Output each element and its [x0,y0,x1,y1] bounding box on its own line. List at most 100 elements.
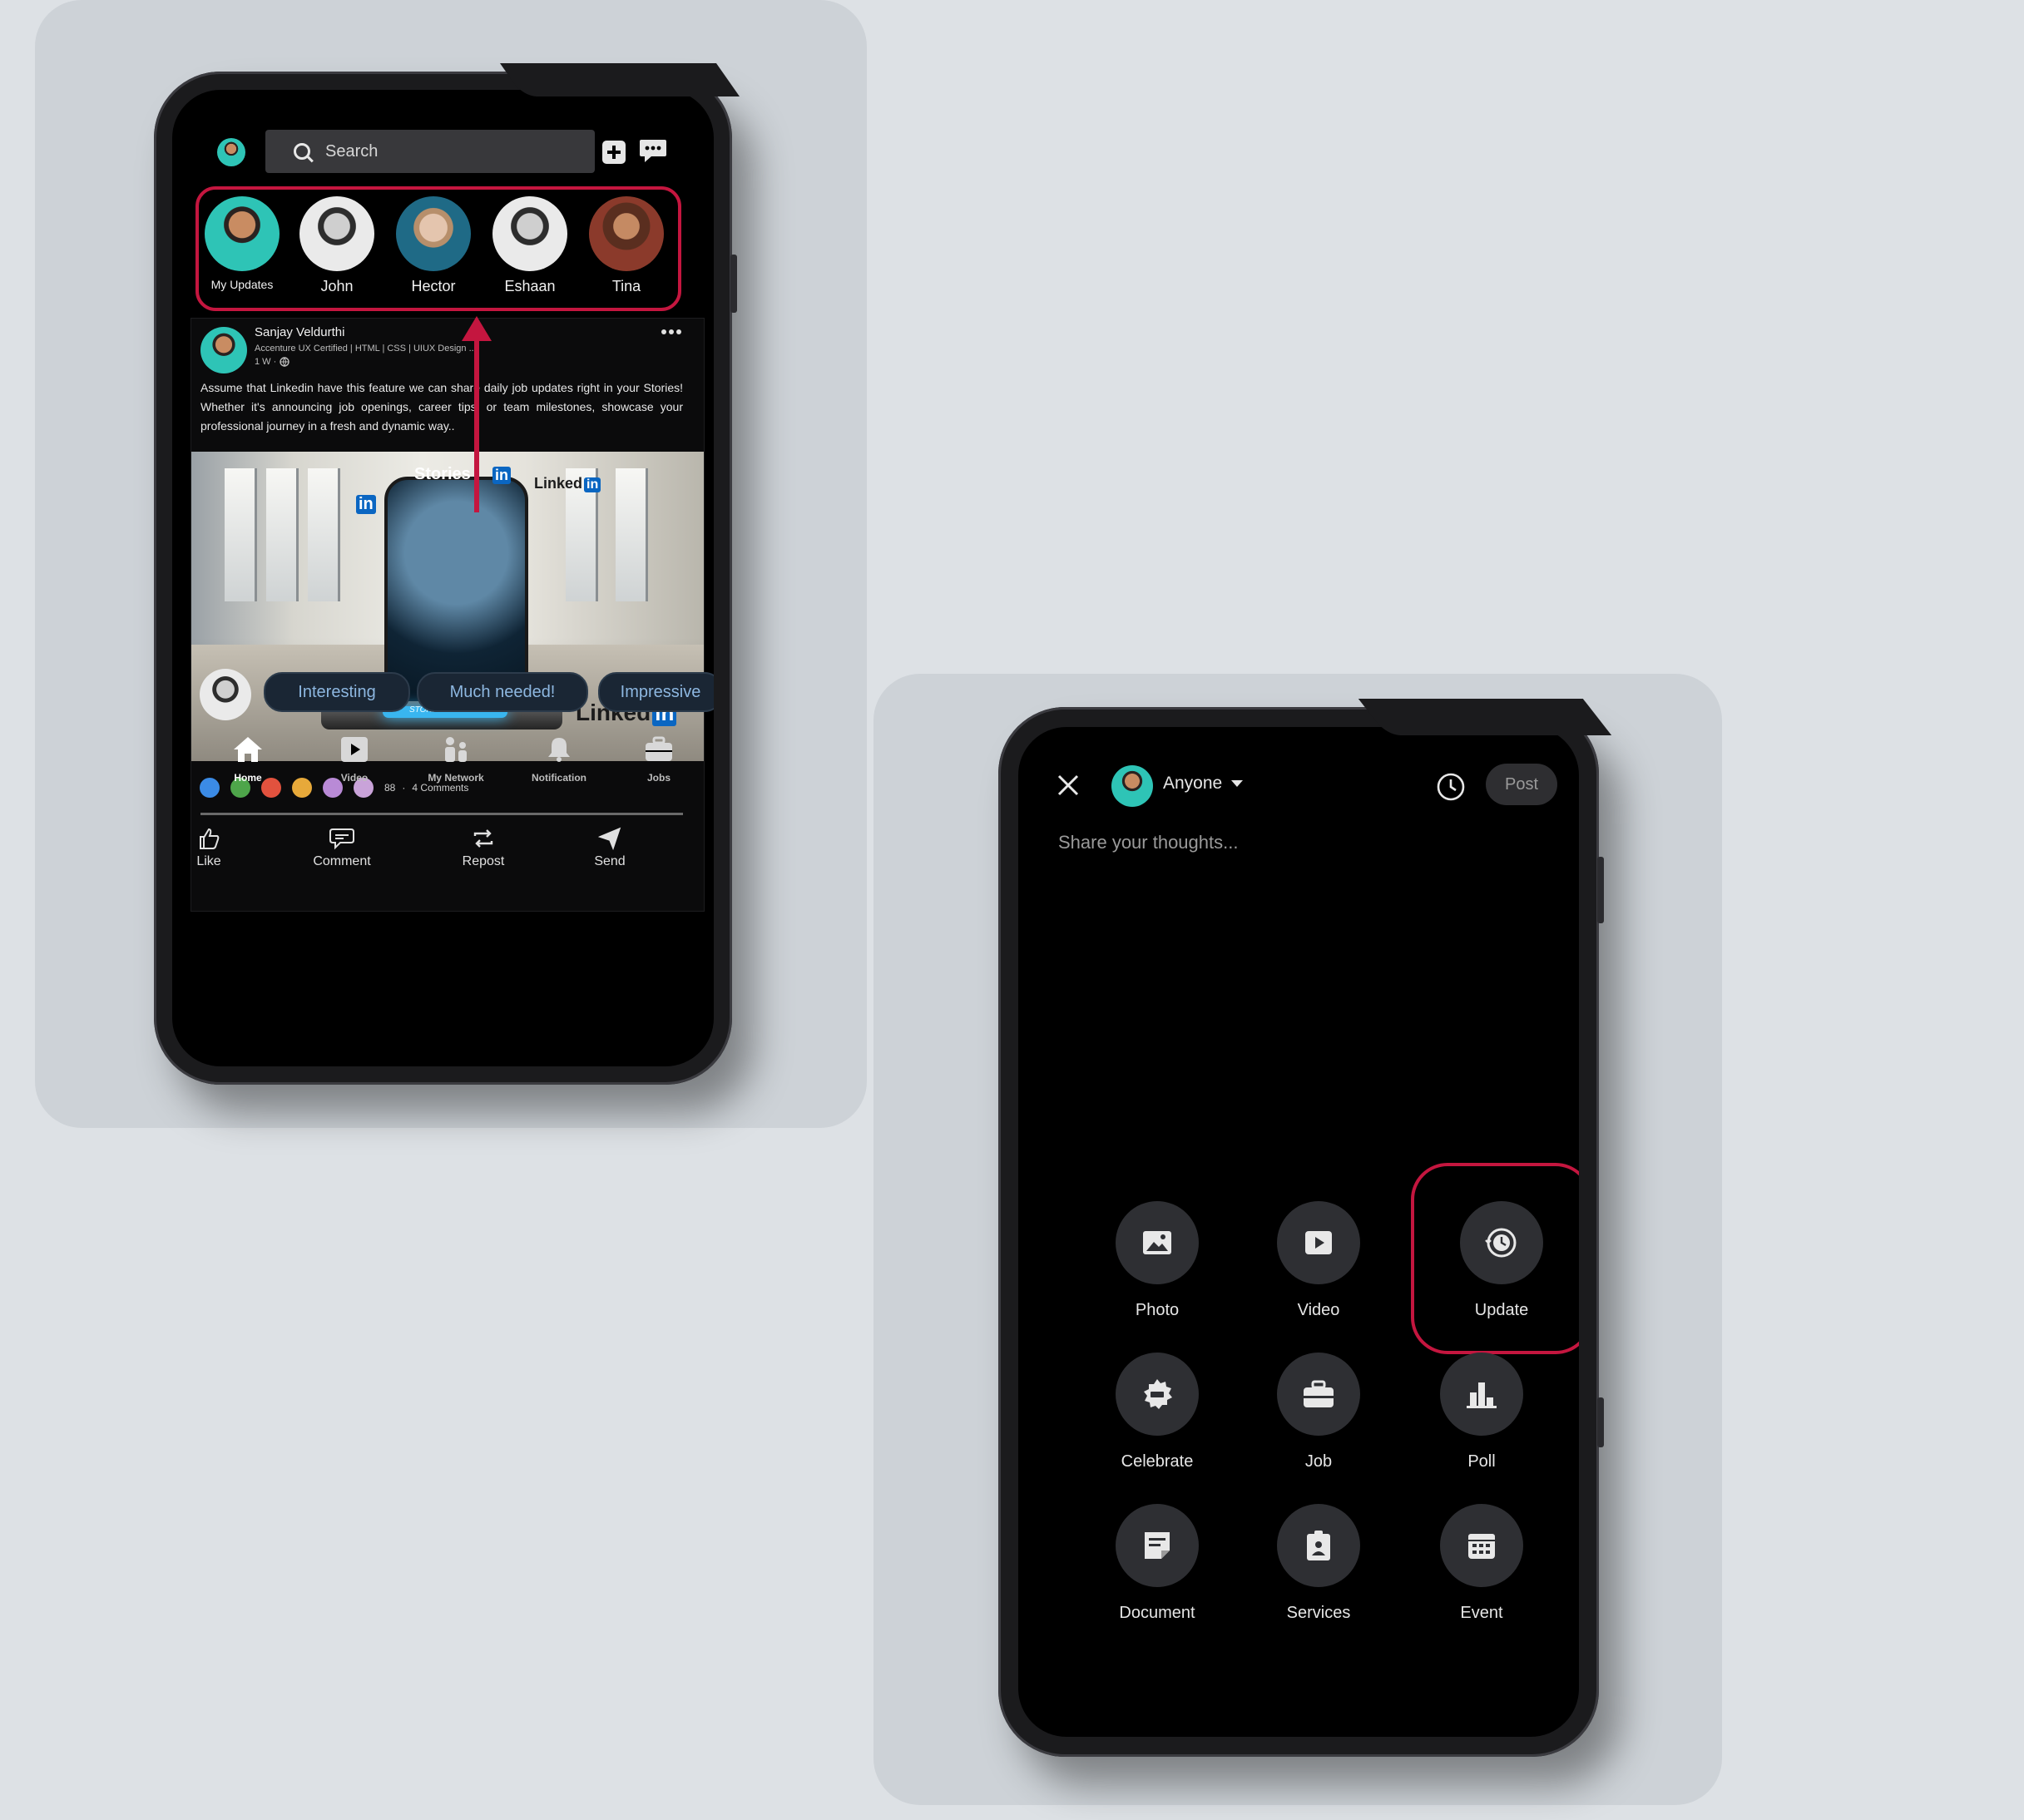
comments-count[interactable]: 4 Comments [412,782,468,794]
option-label: Photo [1135,1301,1180,1319]
close-icon[interactable] [1057,774,1080,797]
nav-label: Home [234,772,262,784]
story-avatar [589,196,664,271]
nav-label: My Network [428,772,484,784]
comment-icon [329,828,354,850]
more-options-icon[interactable] [661,329,682,335]
story-label: Eshaan [504,278,556,294]
photo-icon [1143,1231,1171,1254]
option-label: Event [1460,1604,1503,1622]
comment-label: Comment [313,854,371,868]
nav-my-network[interactable]: My Network [410,735,502,784]
update-clock-icon [1485,1228,1517,1258]
nav-jobs[interactable]: Jobs [613,735,705,784]
story-avatar [205,196,280,271]
poll-bar-chart-icon [1467,1382,1497,1408]
device-side-button [1597,857,1604,923]
office-window [308,468,340,601]
viewer-avatar [200,669,251,720]
schedule-clock-icon[interactable] [1436,772,1466,802]
story-hector[interactable]: Hector [385,196,482,295]
briefcase-icon [1304,1380,1334,1407]
messaging-icon[interactable] [638,136,668,165]
actions-divider [200,813,683,815]
send-icon [597,827,621,851]
post-body-text: Assume that Linkedin have this feature w… [200,381,683,433]
post-time: 1 W · [255,357,277,367]
network-icon [445,737,467,762]
image-linkedin-badge: in [492,467,511,484]
nav-home[interactable]: Home [202,735,294,784]
dot-separator: · [402,782,406,794]
feed-screen: Search My Updates John Hector Eshaan Tin… [172,90,714,1066]
like-label: Like [196,854,221,868]
send-label: Send [594,854,626,868]
nav-video[interactable]: Video [309,735,400,784]
tablet-composer: Anyone Post Share your thoughts... Photo [998,699,1612,1757]
caret-down-icon [1231,780,1244,787]
story-john[interactable]: John [289,196,385,295]
device-notch [499,63,740,96]
author-headline: Accenture UX Certified | HTML | CSS | UI… [255,344,479,354]
reaction-count: 88 [384,782,396,794]
add-post-icon[interactable] [601,140,626,165]
nav-label: Jobs [646,772,671,784]
story-label: Hector [411,278,456,294]
image-linkedin-badge: in [356,495,376,514]
option-label: Services [1286,1604,1351,1622]
story-label: Tina [611,278,641,294]
image-linked-word: Linked [534,475,583,492]
option-poll[interactable]: Poll [1419,1353,1544,1471]
option-event[interactable]: Event [1419,1504,1544,1623]
photo-option-circle [1116,1201,1199,1284]
post-meta: 1 W · [255,357,289,367]
option-label: Job [1304,1452,1333,1471]
repost-button[interactable]: Repost [438,826,529,869]
option-job[interactable]: Job [1256,1353,1381,1471]
quick-reply-chip[interactable]: Interesting [264,672,410,712]
composer-textarea[interactable]: Share your thoughts... [1058,832,1238,853]
option-label: Poll [1467,1452,1496,1471]
comment-button[interactable]: Comment [296,826,388,869]
option-photo[interactable]: Photo [1095,1201,1220,1320]
author-name[interactable]: Sanjay Veldurthi [255,325,344,339]
option-document[interactable]: Document [1095,1504,1220,1623]
video-icon [341,737,368,762]
search-icon [294,143,310,160]
author-avatar[interactable] [200,327,247,373]
story-avatar [396,196,471,271]
story-my-updates[interactable]: My Updates [194,196,290,291]
device-side-button [730,255,737,313]
globe-icon [280,357,289,367]
option-services[interactable]: Services [1256,1504,1381,1623]
video-option-circle [1277,1201,1360,1284]
story-tina[interactable]: Tina [578,196,675,295]
send-button[interactable]: Send [564,826,656,869]
device-side-button [1597,1397,1604,1447]
story-eshaan[interactable]: Eshaan [482,196,578,295]
event-option-circle [1440,1504,1523,1587]
office-window [225,468,257,601]
quick-reply-chip[interactable]: Much needed! [417,672,588,712]
celebrate-option-circle [1116,1353,1199,1436]
option-celebrate[interactable]: Celebrate [1095,1353,1220,1471]
nav-notification[interactable]: Notification [513,735,605,784]
story-label: John [320,278,354,294]
document-icon [1145,1532,1170,1559]
audience-selector[interactable]: Anyone [1163,774,1244,794]
job-option-circle [1277,1353,1360,1436]
services-badge-icon [1307,1531,1330,1560]
option-video[interactable]: Video [1256,1201,1381,1320]
search-input[interactable]: Search [265,130,595,173]
option-update[interactable]: Update [1439,1201,1564,1320]
repost-icon [473,829,493,848]
post-image[interactable]: Stories in in Linkedin STORIES Linkedin [191,452,704,761]
repost-label: Repost [462,854,505,868]
quick-reply-chip[interactable]: Impressive [598,672,714,712]
like-button[interactable]: Like [172,826,255,869]
office-window [616,468,648,601]
post-button[interactable]: Post [1486,764,1557,805]
profile-avatar[interactable] [217,138,245,166]
home-icon [234,737,262,762]
composer-screen: Anyone Post Share your thoughts... Photo [1018,727,1579,1737]
